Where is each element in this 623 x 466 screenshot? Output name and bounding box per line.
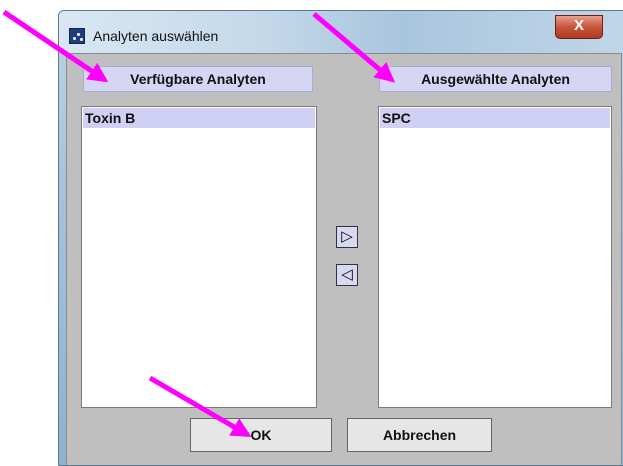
annotation-arrow <box>148 375 252 438</box>
annotation-arrow <box>312 12 396 83</box>
annotation-arrows <box>2 9 396 438</box>
annotation-arrow <box>2 9 109 83</box>
